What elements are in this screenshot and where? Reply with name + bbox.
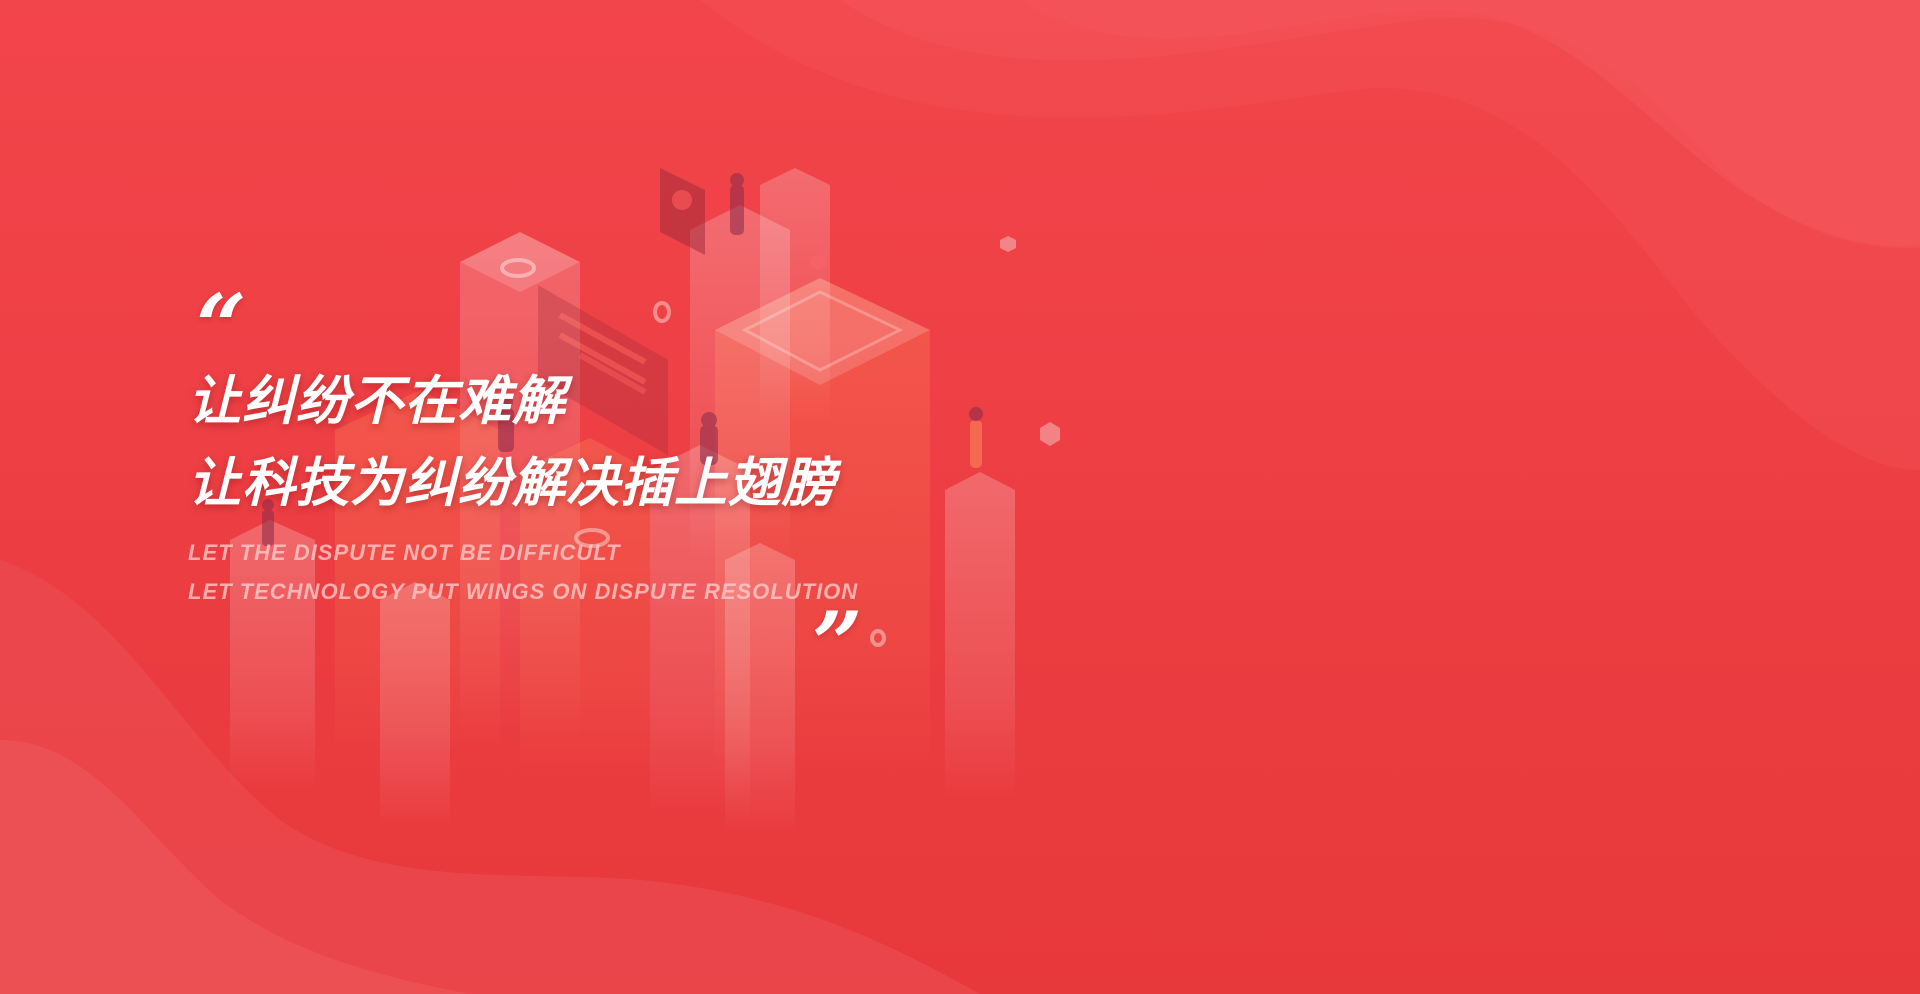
subtitle-line-2: LET TECHNOLOGY PUT WINGS ON DISPUTE RESO… <box>188 579 859 604</box>
subtitle-line-1: LET THE DISPUTE NOT BE DIFFICULT <box>188 540 621 565</box>
floating-card <box>660 168 705 255</box>
close-quote-mark: ” <box>812 592 863 696</box>
headline-line-1: 让纠纷不在难解 <box>188 371 566 432</box>
banner: “ 让纠纷不在难解 让科技为纠纷解决插上翅膀 LET THE DISPUTE N… <box>0 0 1920 994</box>
headline-line-2: 让科技为纠纷解决插上翅膀 <box>188 453 836 514</box>
open-quote-mark: “ <box>196 274 247 378</box>
